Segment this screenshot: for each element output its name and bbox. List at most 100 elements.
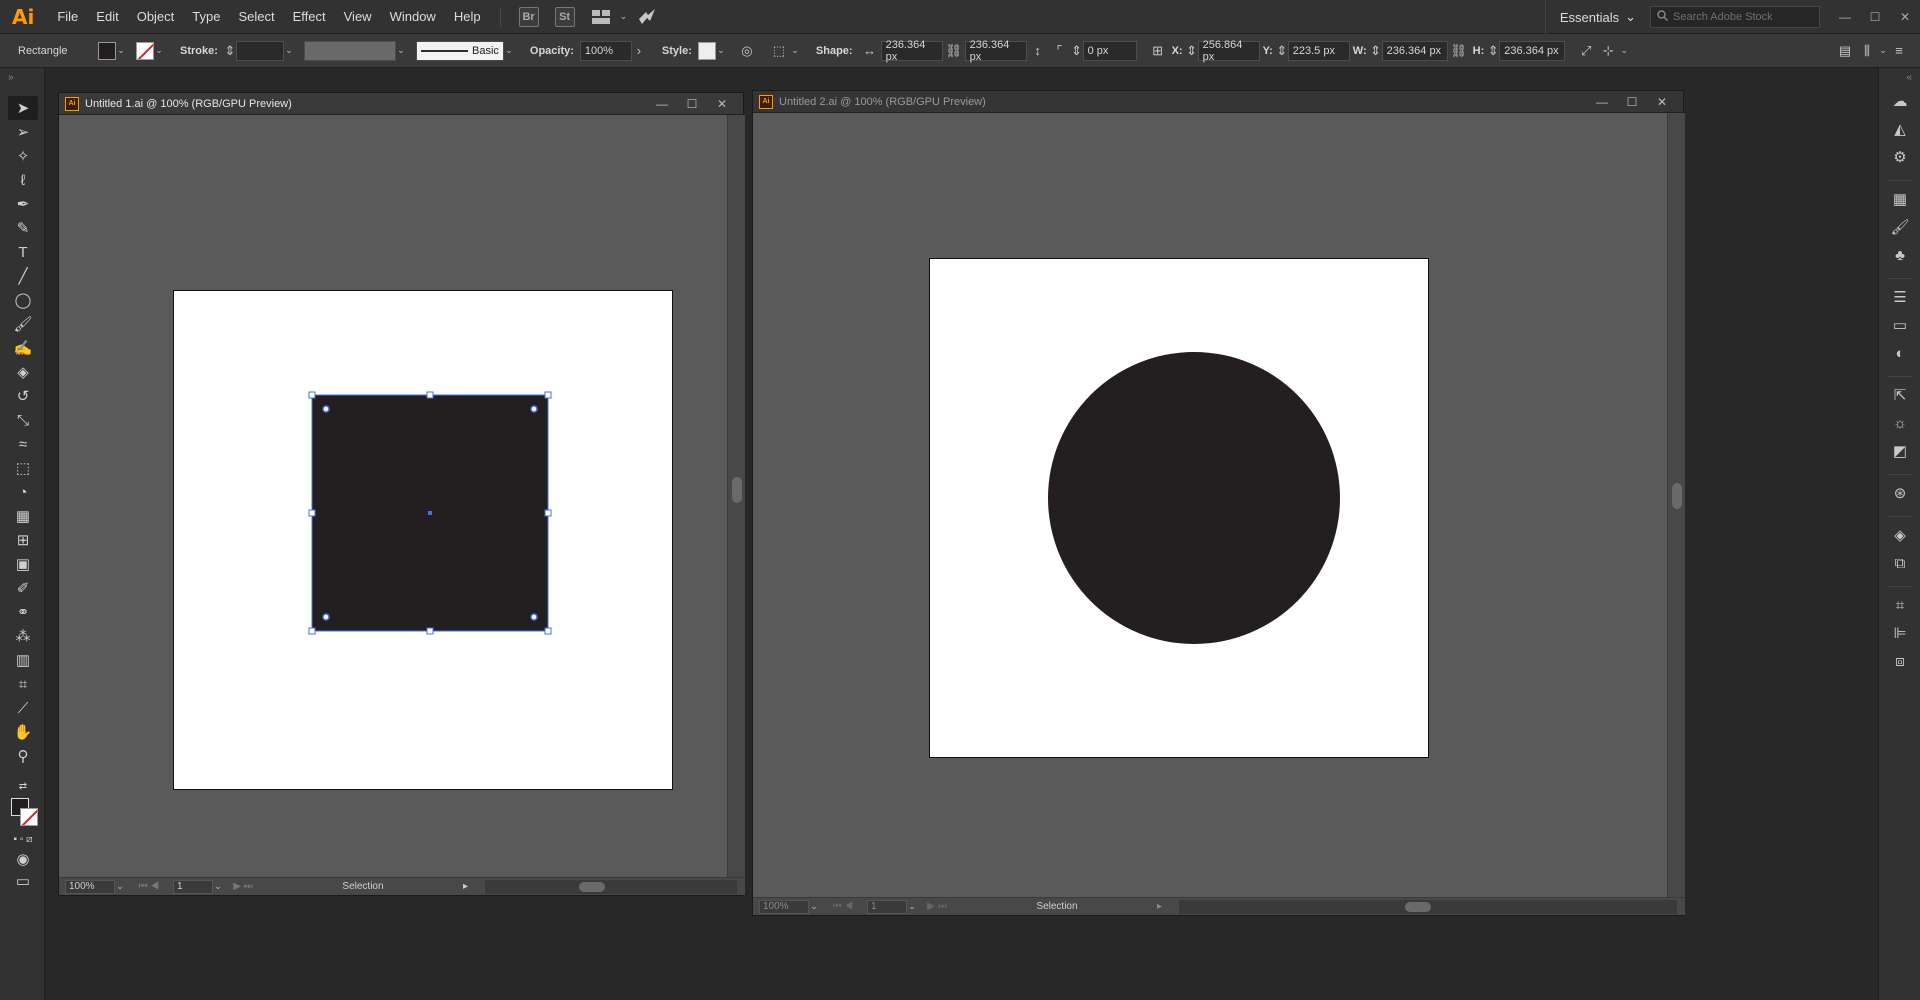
eyedropper-icon[interactable]: ✐ [8, 576, 38, 600]
artboard[interactable] [173, 290, 673, 790]
status-menu-icon[interactable]: ▸ [463, 881, 477, 892]
cc-icon[interactable]: ⚙ [1879, 143, 1920, 171]
fill-swatch[interactable] [98, 41, 116, 60]
shape-builder-icon[interactable]: ◔ [8, 480, 38, 504]
stroke-swatch[interactable] [136, 41, 154, 60]
scale-tool-icon[interactable]: ⤡ [8, 408, 38, 432]
status-label[interactable]: Selection [957, 901, 1157, 912]
align-icon[interactable]: ⊫ [1879, 619, 1920, 647]
free-transform-icon[interactable]: ⬚ [8, 456, 38, 480]
line-tool-icon[interactable]: ╱ [8, 264, 38, 288]
chevron-down-icon[interactable]: ⌄ [504, 45, 514, 56]
chevron-down-icon[interactable]: ⌄ [809, 901, 819, 912]
scroll-thumb[interactable] [732, 477, 742, 503]
libraries-icon[interactable]: ☁ [1879, 87, 1920, 115]
chevron-down-icon[interactable]: ⌄ [619, 11, 629, 22]
swatches-icon[interactable]: ▦ [1879, 185, 1920, 213]
status-label[interactable]: Selection [263, 881, 463, 892]
recolor-artwork-icon[interactable]: ◎ [736, 40, 758, 62]
y-field[interactable]: 223.5 px [1287, 40, 1350, 61]
color-mode-icon[interactable]: ▪ ▫ ⧄ [8, 830, 38, 848]
draw-mode-icon[interactable]: ◉ [8, 848, 38, 870]
brush-definition[interactable]: Basic [415, 40, 504, 61]
chevron-down-icon[interactable]: ⌄ [716, 45, 726, 56]
collapse-icon[interactable]: « [1879, 68, 1920, 87]
layers-icon[interactable]: ◈ [1879, 521, 1920, 549]
properties-icon[interactable]: ◭ [1879, 115, 1920, 143]
close-icon[interactable]: ✕ [1647, 95, 1677, 109]
scroll-thumb[interactable] [1405, 901, 1431, 912]
corner-type-icon[interactable]: ⌜ [1049, 40, 1071, 62]
scroll-thumb[interactable] [579, 881, 605, 892]
opacity-field[interactable]: 100% [579, 40, 632, 61]
stroke-indicator[interactable] [20, 808, 38, 826]
menu-window[interactable]: Window [381, 9, 445, 24]
pathfinder-icon[interactable]: ⧈ [1879, 647, 1920, 675]
w-field[interactable]: 236.364 px [1381, 40, 1448, 61]
artboard-nav-prev[interactable]: ⏮ ◀ [819, 901, 867, 912]
variable-width-profile[interactable] [303, 40, 396, 61]
stepper-icon[interactable]: ⇕ [1276, 40, 1288, 62]
zoom-field[interactable]: 100% [65, 879, 115, 894]
x-field[interactable]: 256.864 px [1197, 39, 1260, 63]
magic-wand-icon[interactable]: ✧ [8, 144, 38, 168]
vertical-scrollbar[interactable] [1667, 113, 1685, 897]
chevron-down-icon[interactable]: ⌄ [284, 45, 294, 56]
stroke-weight-field[interactable] [235, 40, 284, 61]
canvas[interactable] [753, 113, 1667, 897]
horizontal-scrollbar[interactable] [1179, 899, 1677, 914]
artboard-tool-icon[interactable]: ⌗ [8, 672, 38, 696]
menu-type[interactable]: Type [183, 9, 229, 24]
stock-search-input[interactable]: Search Adobe Stock [1650, 6, 1820, 28]
gradient-icon[interactable]: ▭ [1879, 311, 1920, 339]
arrange-documents-icon[interactable] [591, 7, 611, 27]
chevron-right-icon[interactable]: › [632, 40, 646, 62]
constrain-proportions-icon[interactable]: ⛓ [943, 40, 965, 62]
menu-edit[interactable]: Edit [87, 9, 127, 24]
rotate-tool-icon[interactable]: ↺ [8, 384, 38, 408]
graphic-style-swatch[interactable] [697, 41, 716, 60]
brushes-icon[interactable]: 🖌 [1879, 213, 1920, 241]
status-menu-icon[interactable]: ▸ [1157, 901, 1171, 912]
hand-tool-icon[interactable]: ✋ [8, 720, 38, 744]
close-icon[interactable]: ✕ [1890, 10, 1920, 24]
chevron-down-icon[interactable]: ⌄ [396, 45, 406, 56]
stepper-icon[interactable]: ⇕ [1186, 40, 1198, 62]
menu-select[interactable]: Select [229, 9, 283, 24]
stroke-icon[interactable]: ☰ [1879, 283, 1920, 311]
cc-libraries-icon[interactable]: ⊛ [1879, 479, 1920, 507]
link-icon[interactable]: ⛓ [1448, 40, 1470, 62]
pen-tool-icon[interactable]: ✒ [8, 192, 38, 216]
minimize-icon[interactable]: — [1830, 10, 1860, 24]
opacity-label[interactable]: Opacity: [524, 45, 580, 57]
maximize-icon[interactable]: ☐ [1860, 10, 1890, 24]
maximize-icon[interactable]: ☐ [1617, 95, 1647, 109]
chevron-down-icon[interactable]: ⌄ [1619, 45, 1629, 56]
workspace-switcher[interactable]: Essentials ⌄ [1544, 0, 1650, 34]
slice-tool-icon[interactable]: ⟋ [8, 696, 38, 720]
mesh-tool-icon[interactable]: ⊞ [8, 528, 38, 552]
chevron-down-icon[interactable]: ⌄ [154, 45, 164, 56]
fill-stroke-widget[interactable] [8, 796, 38, 830]
paintbrush-icon[interactable]: 🖌 [8, 312, 38, 336]
export-icon[interactable]: ⇱ [1879, 381, 1920, 409]
scroll-thumb[interactable] [1672, 483, 1682, 509]
symbol-sprayer-icon[interactable]: ⁂ [8, 624, 38, 648]
menu-help[interactable]: Help [445, 9, 490, 24]
artboard-number-field[interactable]: 1 [867, 899, 907, 914]
menu-view[interactable]: View [335, 9, 381, 24]
chevron-down-icon[interactable]: ⌄ [116, 45, 126, 56]
transparency-icon[interactable]: ◐ [1879, 339, 1920, 367]
circle-shape[interactable] [929, 258, 1429, 758]
screen-mode-icon[interactable]: ▭ [8, 870, 38, 892]
type-tool-icon[interactable]: T [8, 240, 38, 264]
zoom-tool-icon[interactable]: ⚲ [8, 744, 38, 768]
reference-point-icon[interactable]: ⊞ [1147, 40, 1169, 62]
lasso-icon[interactable]: ℓ [8, 168, 38, 192]
chevron-down-icon[interactable]: ⌄ [115, 881, 125, 892]
artboard-nav-next[interactable]: ▶ ⏭ [223, 881, 263, 892]
horizontal-scrollbar[interactable] [485, 879, 737, 894]
close-icon[interactable]: ✕ [707, 97, 737, 111]
maximize-icon[interactable]: ☐ [677, 97, 707, 111]
stepper-icon[interactable]: ⇕ [224, 40, 236, 62]
